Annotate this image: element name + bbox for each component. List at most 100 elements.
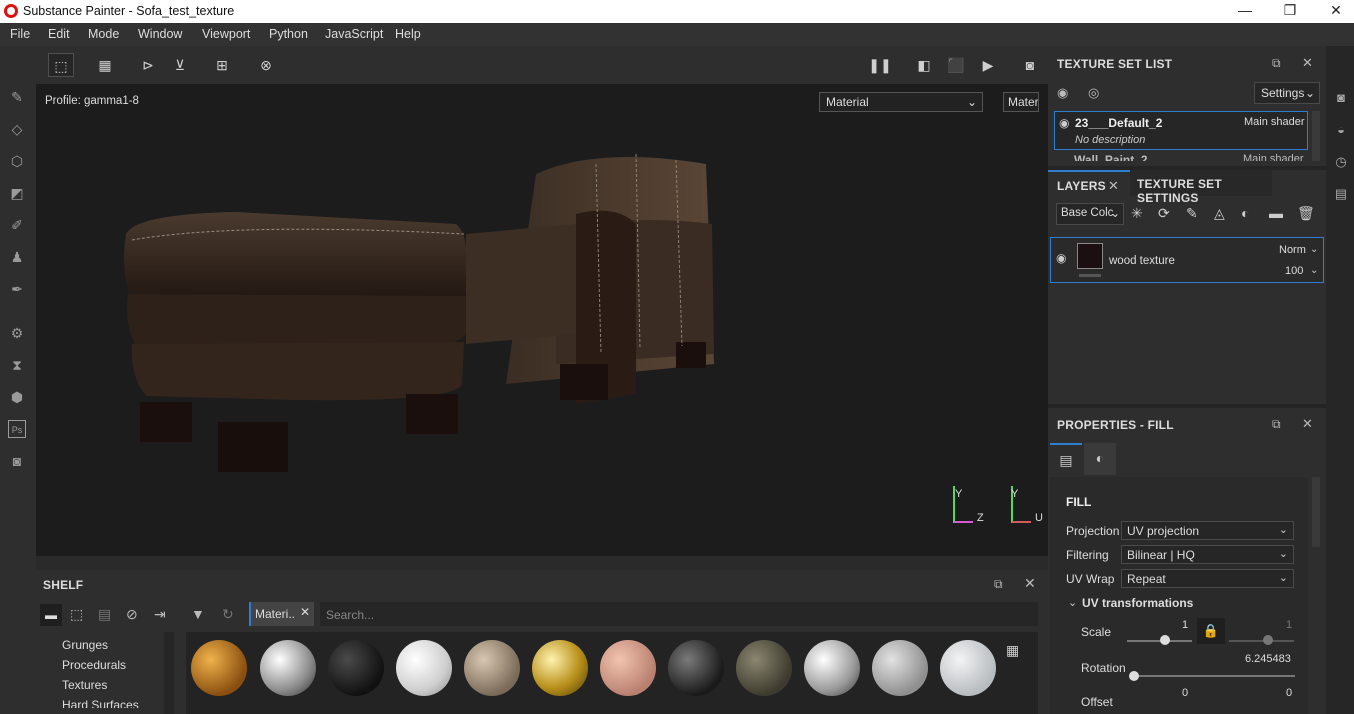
props-close-icon[interactable]: ✕ [1302, 416, 1313, 432]
eraser-icon[interactable]: ◇ [8, 120, 26, 138]
shelf-category-hard-surfaces[interactable]: Hard Surfaces [62, 698, 139, 708]
scale-lock-icon[interactable]: 🔒 [1197, 618, 1225, 644]
smudge-icon[interactable]: ✐ [8, 216, 26, 234]
rotation-slider-handle[interactable] [1129, 671, 1139, 681]
display-settings-icon[interactable]: ◒ [1333, 122, 1349, 138]
material-thumb-8[interactable] [668, 640, 724, 696]
layer-eye-icon[interactable]: ◉ [1056, 251, 1066, 265]
filter-tag[interactable]: Materi.. ✕ [249, 602, 314, 626]
camera-screenshot-icon[interactable]: ◙ [8, 452, 26, 470]
props-undock-icon[interactable]: ⧉ [1272, 417, 1281, 432]
scale-value-2[interactable]: 1 [1286, 619, 1292, 631]
add-effect-icon[interactable]: ✳ [1131, 205, 1143, 222]
projection-select[interactable]: UV projection ⌄ [1121, 521, 1294, 540]
material-thumb-11[interactable] [872, 640, 928, 696]
tab-layers-close-icon[interactable]: ✕ [1108, 178, 1119, 194]
uvtrans-collapse-icon[interactable]: ⌄ [1068, 596, 1077, 609]
offset-value-1[interactable]: 0 [1182, 687, 1188, 699]
frame-icon[interactable]: ⊞ [209, 53, 235, 77]
clone-icon[interactable]: ♟ [8, 248, 26, 266]
menu-python[interactable]: Python [269, 27, 308, 41]
menu-edit[interactable]: Edit [48, 27, 70, 41]
shelf-category-grunges[interactable]: Grunges [62, 638, 108, 652]
folder-icon[interactable]: ▬ [40, 604, 62, 626]
shelf-category-procedurals[interactable]: Procedurals [62, 658, 126, 672]
rotation-value[interactable]: 6.245483 [1245, 653, 1291, 665]
tsl-scrollbar[interactable] [1312, 111, 1320, 161]
layer-opacity[interactable]: 100 [1285, 265, 1303, 277]
shelf-category-textures[interactable]: Textures [62, 678, 107, 692]
uvtrans-label[interactable]: UV transformations [1082, 596, 1193, 610]
pause-icon[interactable]: ❚❚ [867, 53, 893, 77]
material-thumb-9[interactable] [736, 640, 792, 696]
history-icon[interactable]: ◷ [1333, 154, 1349, 170]
import-icon[interactable]: ⇥ [154, 606, 166, 623]
filter-icon[interactable]: ▼ [191, 606, 205, 622]
texture-set-item[interactable]: ◉ 23___Default_2 Main shader No descript… [1054, 111, 1308, 150]
props-tab-fill-icon[interactable]: ▤ [1050, 443, 1082, 475]
menu-viewport[interactable]: Viewport [202, 27, 250, 41]
material-thumb-2[interactable] [260, 640, 316, 696]
hide-icon[interactable]: ⊘ [126, 606, 138, 623]
material-thumb-10[interactable] [804, 640, 860, 696]
material-thumb-5[interactable] [464, 640, 520, 696]
texture-set-item-2[interactable]: Wall_Paint_2 Main shader [1054, 153, 1308, 161]
tsl-undock-icon[interactable]: ⧉ [1272, 56, 1281, 71]
solo-icon[interactable]: ◎ [1088, 85, 1099, 101]
selection-mode-icon[interactable]: ⬚ [48, 53, 74, 77]
polygon-fill-icon[interactable]: ◩ [8, 184, 26, 202]
3d-viewport[interactable]: Profile: gamma1-8 Material⌄ Materia Y Z … [36, 84, 1048, 556]
menu-file[interactable]: File [10, 27, 30, 41]
material-thumb-3[interactable] [328, 640, 384, 696]
minimize-button[interactable]: — [1235, 2, 1255, 20]
bake-icon[interactable]: ⬢ [8, 388, 26, 406]
reset-view-icon[interactable]: ⊗ [253, 53, 279, 77]
split-view-icon[interactable]: ◧ [911, 53, 937, 77]
category-scrollbar[interactable] [164, 632, 174, 714]
grid-mode-icon[interactable]: ▦ [92, 53, 118, 77]
material-thumb-1[interactable] [191, 640, 247, 696]
texture-set-eye-icon[interactable]: ◉ [1059, 116, 1069, 130]
menu-help[interactable]: Help [395, 27, 421, 41]
settings-icon[interactable]: ⚙ [8, 324, 26, 342]
tab-layers[interactable]: LAYERS ✕ [1048, 170, 1130, 196]
add-fill-layer-icon[interactable]: ◬ [1214, 205, 1225, 222]
log-icon[interactable]: ▤ [1333, 186, 1349, 202]
refresh-icon[interactable]: ↻ [222, 606, 234, 623]
filter-tag-close-icon[interactable]: ✕ [300, 605, 310, 619]
offset-value-2[interactable]: 0 [1286, 687, 1292, 699]
scale-slider-2-handle[interactable] [1263, 635, 1273, 645]
menu-javascript[interactable]: JavaScript [325, 27, 383, 41]
symmetry-y-icon[interactable]: ⊻ [167, 53, 193, 77]
add-paint-layer-icon[interactable]: ✎ [1186, 205, 1198, 222]
rotation-slider[interactable] [1131, 675, 1295, 677]
paint-brush-icon[interactable]: ✎ [8, 88, 26, 106]
layer-channel-select[interactable]: Base Colc ⌄ [1056, 203, 1124, 225]
maximize-button[interactable]: ❐ [1280, 2, 1300, 20]
screenshot-icon[interactable]: ◙ [1017, 53, 1043, 77]
shelf-close-icon[interactable]: ✕ [1024, 575, 1036, 592]
tsl-close-icon[interactable]: ✕ [1302, 55, 1313, 71]
layer-blend-mode[interactable]: Norm [1279, 244, 1306, 256]
scale-value[interactable]: 1 [1182, 619, 1188, 631]
tsl-settings-button[interactable]: Settings ⌄ [1254, 82, 1320, 104]
color-picker-icon[interactable]: ✒ [8, 280, 26, 298]
shelf-search-input[interactable]: Search... [320, 602, 1038, 626]
filtering-select[interactable]: Bilinear | HQ ⌄ [1121, 545, 1294, 564]
material-thumb-4[interactable] [396, 640, 452, 696]
props-scrollbar[interactable] [1312, 477, 1320, 547]
uvwrap-select[interactable]: Repeat ⌄ [1121, 569, 1294, 588]
menu-window[interactable]: Window [138, 27, 182, 41]
camera-icon[interactable]: ▶ [975, 53, 1001, 77]
add-smart-material-icon[interactable]: ⟳ [1158, 205, 1170, 222]
add-mask-icon[interactable]: ◐ [1241, 205, 1249, 221]
symmetry-x-icon[interactable]: ⊳ [135, 53, 161, 77]
grid-view-icon[interactable]: ▦ [1006, 642, 1019, 659]
hourglass-icon[interactable]: ⧗ [8, 356, 26, 374]
photoshop-icon[interactable]: Ps [8, 420, 26, 438]
view-cube-icon[interactable]: ⬛ [943, 53, 969, 77]
layer-row-wood-texture[interactable]: ◉ wood texture Norm ⌄ 100 ⌄ [1050, 237, 1324, 283]
projection-icon[interactable]: ⬡ [8, 152, 26, 170]
add-folder-icon[interactable]: ▬ [1269, 205, 1283, 221]
material-thumb-6[interactable] [532, 640, 588, 696]
